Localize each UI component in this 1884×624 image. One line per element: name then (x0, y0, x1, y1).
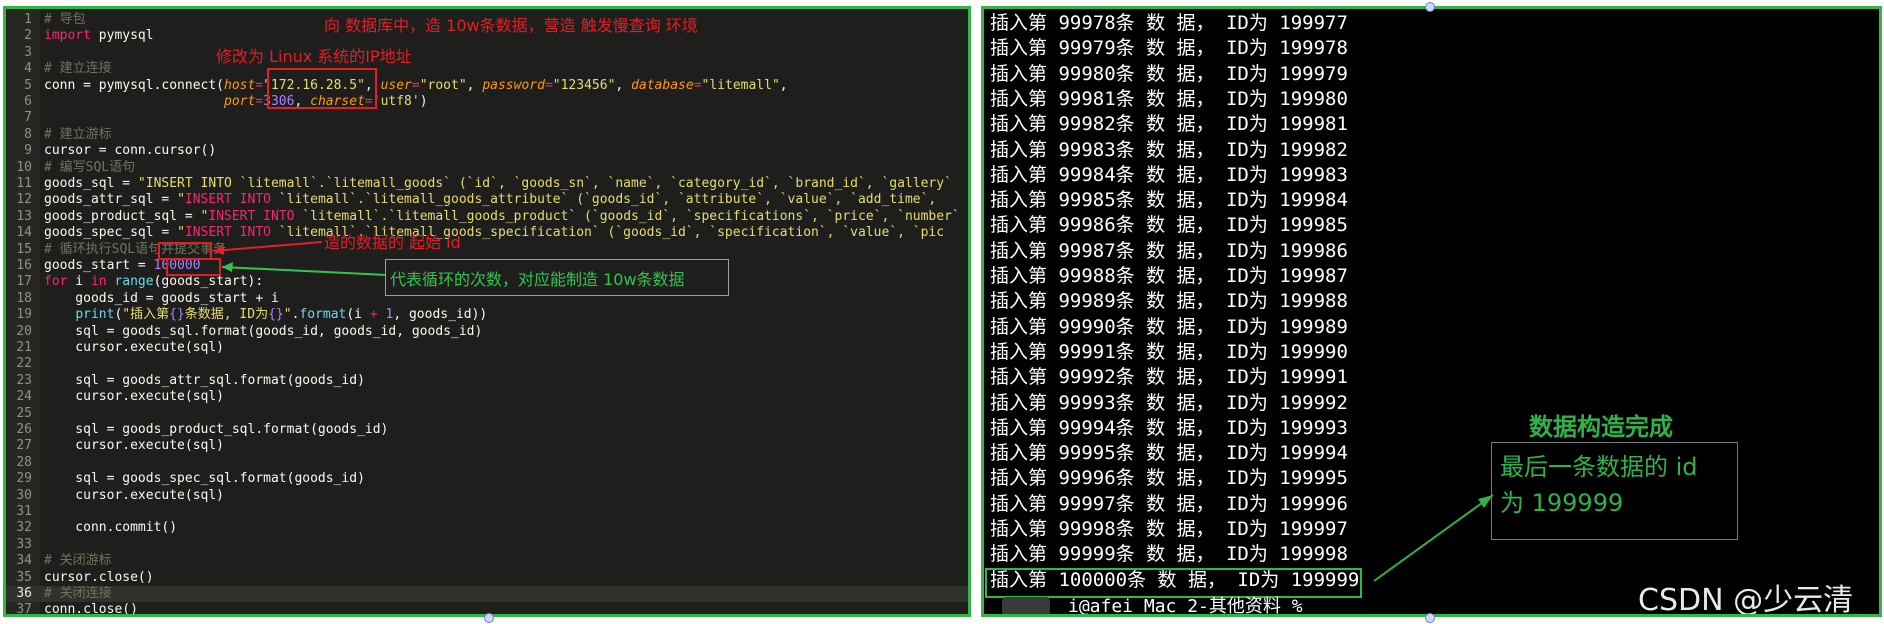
terminal-panel[interactable]: 插入第 99978条 数 据， ID为 199977 插入第 99979条 数 据… (981, 6, 1882, 617)
code-editor-panel[interactable]: 1 # 导包 2 import pymysql 3 4 # 建立连接 5 conn = pymy… (3, 6, 971, 617)
arrow-completion (1373, 494, 1494, 582)
panel-divider (971, 0, 981, 624)
csdn-watermark: CSDN @少云清 (1638, 583, 1854, 617)
selection-handle-bottom[interactable] (484, 613, 494, 623)
arrow-loop (221, 266, 387, 276)
selection-handle-top[interactable] (1425, 2, 1435, 12)
arrow-head-completion (1478, 495, 1493, 508)
selection-handle-bottom-right[interactable] (1425, 613, 1435, 623)
annotation-arrows (212, 241, 387, 276)
arrow-head-loop (222, 262, 233, 272)
arrow-start-id (212, 241, 323, 252)
annotation-loop-count: 代表循环的次数，对应能制造 10w条数据 (385, 259, 729, 296)
completion-arrow (1373, 494, 1494, 582)
